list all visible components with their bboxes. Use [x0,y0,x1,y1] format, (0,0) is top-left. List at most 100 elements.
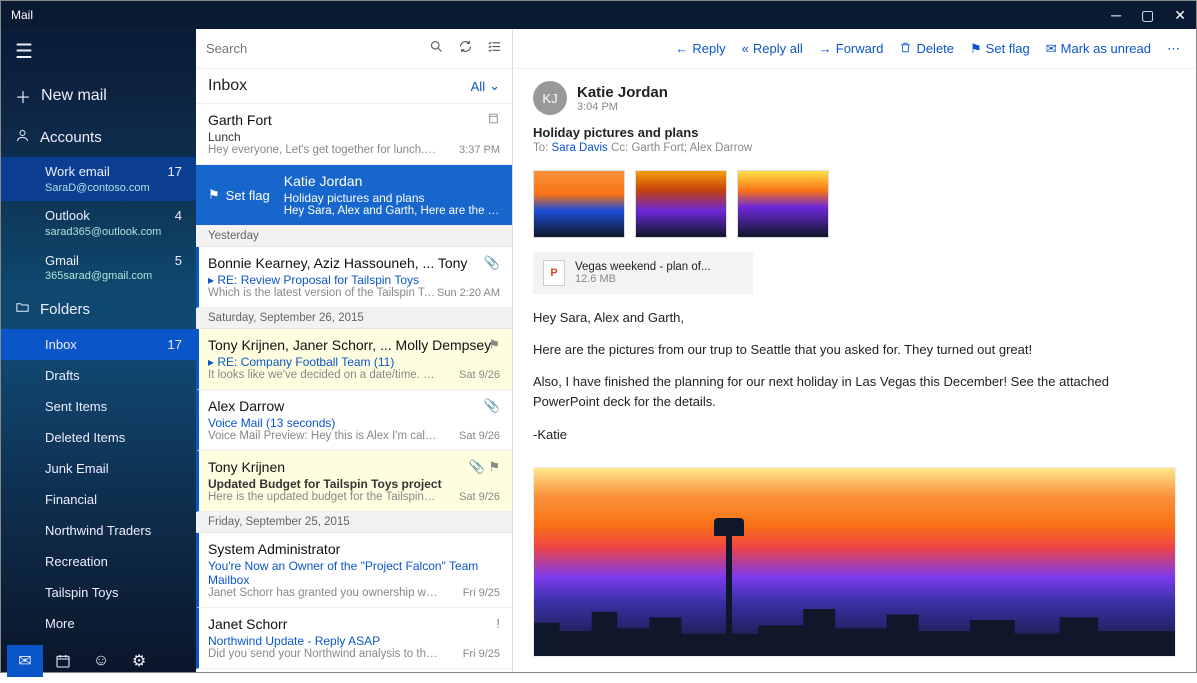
message-preview: Hey everyone, Let's get together for lun… [208,144,438,156]
ellipsis-icon: ⋯ [1167,41,1180,57]
message-item[interactable]: Garth Fort Lunch Hey everyone, Let's get… [196,104,512,165]
account-name: Gmail [45,252,79,270]
search-icon[interactable] [429,39,444,58]
message-item[interactable]: 📎 Bonnie Kearney, Aziz Hassouneh, ... To… [196,247,512,308]
folder-tailspin-toys[interactable]: Tailspin Toys [1,577,196,608]
inline-image[interactable] [533,467,1176,657]
message-from: Bonnie Kearney, Aziz Hassouneh, ... Tony [208,255,500,271]
folder-name: Deleted Items [45,430,125,445]
filter-dropdown[interactable]: All ⌄ [471,78,500,94]
folder-financial[interactable]: Financial [1,484,196,515]
image-thumbnail[interactable] [635,170,727,238]
message-item[interactable]: 📎 ⚑ Tony Krijnen Updated Budget for Tail… [196,451,512,512]
message-subject: Voice Mail (13 seconds) [208,416,500,430]
flag-attachment-icons[interactable]: 📎 ⚑ [469,459,500,475]
message-from: Janet Schorr [208,616,500,632]
folder-northwind-traders[interactable]: Northwind Traders [1,515,196,546]
mark-unread-button[interactable]: ✉Mark as unread [1046,41,1151,57]
folder-inbox[interactable]: Inbox17 [1,329,196,360]
cc-recipients: Garth Fort; Alex Darrow [631,142,752,154]
message-preview: It looks like we've decided on a date/ti… [208,369,438,381]
mail-icon[interactable]: ✉ [7,645,43,677]
more-actions-button[interactable]: ⋯ [1167,41,1180,57]
folder-deleted-items[interactable]: Deleted Items [1,422,196,453]
new-mail-label: New mail [41,87,107,105]
message-item[interactable]: System Administrator You're Now an Owner… [196,533,512,608]
account-email: SaraD@contoso.com [45,181,182,196]
message-preview: Voice Mail Preview: Hey this is Alex I'm… [208,430,438,442]
sent-time: 3:04 PM [577,101,668,113]
forward-button[interactable]: →Forward [819,41,884,56]
account-name: Work email [45,163,110,181]
flag-icon[interactable]: ⚑ [488,337,500,353]
message-item[interactable]: 📎 Alex Darrow Voice Mail (13 seconds) Vo… [196,390,512,451]
folder-name: Northwind Traders [45,523,151,538]
message-subject: Lunch [208,130,500,144]
message-subject: Northwind Update - Reply ASAP [208,634,500,648]
message-time: Fri 9/25 [463,648,500,660]
feedback-icon[interactable]: ☺ [83,645,119,677]
folder-name: Sent Items [45,399,107,414]
titlebar: Mail ─ ▢ ✕ [1,1,1196,29]
folder-name: Financial [45,492,97,507]
message-item[interactable]: ! Janet Schorr Northwind Update - Reply … [196,608,512,669]
reading-pane: ←Reply «Reply all →Forward Delete ⚑Set f… [513,29,1196,672]
avatar: KJ [533,81,567,115]
folder-recreation[interactable]: Recreation [1,546,196,577]
attachment-icon: 📎 [484,398,500,414]
folder-sent-items[interactable]: Sent Items [1,391,196,422]
powerpoint-icon: P [543,260,565,286]
group-header-saturday: Saturday, September 26, 2015 [196,308,512,329]
attachment-icon: 📎 [484,255,500,271]
attachment-size: 12.6 MB [575,273,711,285]
calendar-icon[interactable] [45,645,81,677]
sync-icon[interactable] [458,39,473,58]
accounts-label: Accounts [40,129,102,146]
message-subject: Updated Budget for Tailspin Toys project [208,477,500,491]
mail-icon: ✉ [1046,41,1057,57]
message-from: Garth Fort [208,112,500,128]
search-input[interactable] [206,41,429,56]
minimize-icon[interactable]: ─ [1111,7,1121,24]
reply-icon: ← [675,41,688,56]
account-gmail[interactable]: Gmail5 365sarad@gmail.com [1,246,196,290]
cc-label: Cc: [611,142,628,154]
folder-name: Inbox [45,337,77,352]
reply-button[interactable]: ←Reply [675,41,725,56]
account-outlook[interactable]: Outlook4 sarad365@outlook.com [1,201,196,245]
to-recipient[interactable]: Sara Davis [552,142,608,154]
attachment-item[interactable]: P Vegas weekend - plan of... 12.6 MB [533,252,753,294]
close-icon[interactable]: ✕ [1174,7,1186,24]
group-header-yesterday: Yesterday [196,226,512,247]
account-email: sarad365@outlook.com [45,225,182,240]
message-preview: Here is the updated budget for the Tails… [208,491,438,503]
message-item-selected[interactable]: ⚑ Set flag Katie Jordan Holiday pictures… [196,165,512,226]
new-mail-button[interactable]: ＋ New mail [1,74,196,118]
account-email: 365sarad@gmail.com [45,269,182,284]
set-flag-action[interactable]: ⚑ Set flag [208,187,270,203]
folders-header[interactable]: Folders [1,290,196,329]
folder-drafts[interactable]: Drafts [1,360,196,391]
recipients: To: Sara Davis Cc: Garth Fort; Alex Darr… [533,142,1176,154]
message-item[interactable]: ⚑ Tony Krijnen, Janer Schorr, ... Molly … [196,329,512,390]
select-mode-icon[interactable] [487,39,502,58]
folder-more[interactable]: More [1,608,196,639]
image-thumbnail[interactable] [737,170,829,238]
nav-sidebar: ☰ ＋ New mail Accounts Work email17 SaraD… [1,29,196,672]
message-list-pane: Inbox All ⌄ Garth Fort Lunch Hey everyon… [196,29,513,672]
image-thumbnail[interactable] [533,170,625,238]
folder-junk-email[interactable]: Junk Email [1,453,196,484]
message-subject: ▸ RE: Company Football Team (11) [208,355,500,369]
message-time: 3:37 PM [459,144,500,156]
set-flag-button[interactable]: ⚑Set flag [970,41,1030,57]
email-subject: Holiday pictures and plans [533,125,1176,140]
folder-name: Junk Email [45,461,109,476]
maximize-icon[interactable]: ▢ [1141,7,1154,24]
accounts-header[interactable]: Accounts [1,118,196,157]
account-work-email[interactable]: Work email17 SaraD@contoso.com [1,157,196,201]
message-preview: Which is the latest version of the Tails… [208,287,438,299]
settings-icon[interactable]: ⚙ [121,645,157,677]
reply-all-button[interactable]: «Reply all [742,41,803,56]
delete-button[interactable]: Delete [899,41,954,57]
hamburger-icon[interactable]: ☰ [1,29,196,74]
